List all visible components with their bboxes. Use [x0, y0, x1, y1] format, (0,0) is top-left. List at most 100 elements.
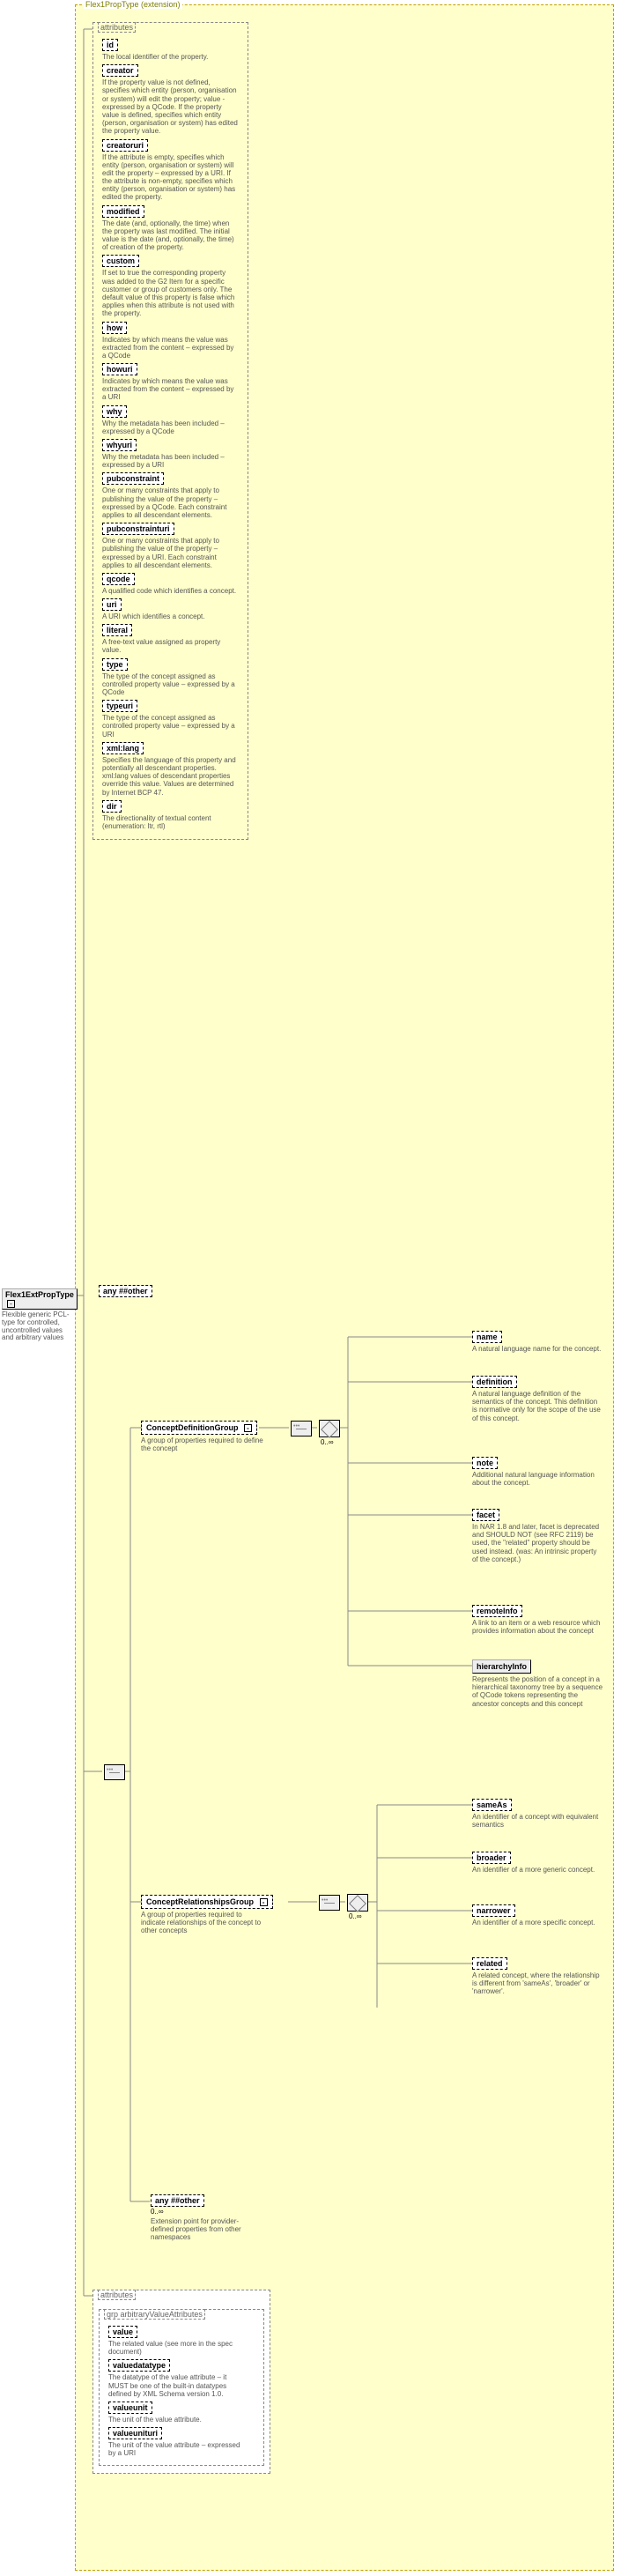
- elem-note: noteAdditional natural language informat…: [472, 1457, 604, 1487]
- attr-name[interactable]: qcode: [102, 573, 135, 585]
- attr-name[interactable]: valueunit: [108, 2402, 152, 2414]
- attr-uri: uriA URI which identifies a concept.: [102, 598, 244, 620]
- attr-desc: The date (and, optionally, the time) whe…: [102, 219, 239, 252]
- attr-desc: The datatype of the value attribute – it…: [108, 2373, 245, 2398]
- bottom-attributes-label: attributes: [98, 2290, 136, 2300]
- elem-facet: facetIn NAR 1.8 and later, facet is depr…: [472, 1509, 604, 1563]
- arbi-attr-valueunituri: valueunituri The unit of the value attrib…: [108, 2427, 260, 2457]
- attr-whyuri: whyuri Why the metadata has been included…: [102, 439, 244, 469]
- attr-desc: One or many constraints that apply to pu…: [102, 486, 239, 519]
- collapse-icon[interactable]: -: [244, 1424, 252, 1432]
- crg-desc: A group of properties required to indica…: [141, 1911, 264, 1935]
- elem-definition: definitionA natural language definition …: [472, 1376, 604, 1422]
- attr-creatoruri: creatoruriIf the attribute is empty, spe…: [102, 139, 244, 202]
- attr-name[interactable]: dir: [102, 800, 122, 813]
- choice-connector-crg: [347, 1894, 368, 1912]
- attr-name[interactable]: literal: [102, 624, 132, 636]
- attr-name[interactable]: pubconstraint: [102, 472, 164, 485]
- attr-desc: If the property value is not defined, sp…: [102, 78, 239, 135]
- attr-name[interactable]: valuedatatype: [108, 2359, 170, 2372]
- attr-desc: The related value (see more in the spec …: [108, 2340, 245, 2356]
- attr-literal: literal A free-text value assigned as pro…: [102, 624, 244, 654]
- attr-name[interactable]: how: [102, 322, 127, 334]
- attr-name[interactable]: why: [102, 405, 127, 418]
- elem-broader: broaderAn identifier of a more generic c…: [472, 1852, 595, 1874]
- top-attributes-group: attributes id The local identifier of the…: [92, 22, 248, 840]
- attr-name[interactable]: custom: [102, 255, 139, 267]
- attr-desc: The directionality of textual content (e…: [102, 814, 239, 830]
- top-attributes-label: attributes: [98, 22, 136, 33]
- attr-name[interactable]: valueunituri: [108, 2427, 162, 2439]
- any-other-label: any ##other: [151, 2194, 204, 2207]
- attr-creator: creatorIf the property value is not defi…: [102, 64, 244, 135]
- bottom-attributes-group: attributes grp arbitraryValueAttributes …: [92, 2290, 270, 2474]
- diagram-canvas: Flex1PropType (extension): [0, 0, 621, 2576]
- attr-dir: dirThe directionality of textual content…: [102, 800, 244, 830]
- attr-how: how Indicates by which means the value wa…: [102, 322, 244, 360]
- root-type: Flex1ExtPropType - Flexible generic PCL-…: [2, 1288, 68, 1342]
- crg-name: ConceptRelationshipsGroup: [146, 1897, 254, 1906]
- attr-typeuri: typeuriThe type of the concept assigned …: [102, 700, 244, 739]
- concept-definition-group-box[interactable]: ConceptDefinitionGroup -: [141, 1421, 257, 1435]
- attr-name[interactable]: creatoruri: [102, 139, 148, 152]
- attr-name[interactable]: uri: [102, 598, 122, 611]
- any-other-card: 0..∞: [151, 2208, 256, 2216]
- arbi-attr-value: value The related value (see more in the …: [108, 2326, 260, 2356]
- attr-desc: A qualified code which identifies a conc…: [102, 587, 239, 595]
- attr-desc: The local identifier of the property.: [102, 53, 239, 61]
- crg-cardinality: 0..∞: [349, 1912, 362, 1920]
- any-other-element: any ##other 0..∞ Extension point for pro…: [151, 2194, 256, 2242]
- arbi-label: grp arbitraryValueAttributes: [104, 2309, 205, 2320]
- attr-desc: The type of the concept assigned as cont…: [102, 672, 239, 697]
- extension-label: Flex1PropType (extension): [84, 0, 182, 9]
- attr-desc: The unit of the value attribute.: [108, 2416, 245, 2424]
- attr-desc: Why the metadata has been included – exp…: [102, 453, 239, 469]
- attr-name[interactable]: whyuri: [102, 439, 137, 451]
- attr-name[interactable]: typeuri: [102, 700, 137, 712]
- collapse-icon[interactable]: -: [260, 1898, 268, 1906]
- arbi-attr-valuedatatype: valuedatatypeThe datatype of the value a…: [108, 2359, 260, 2398]
- attr-desc: If the attribute is empty, specifies whi…: [102, 153, 239, 202]
- concept-relationships-group-box[interactable]: ConceptRelationshipsGroup -: [141, 1895, 273, 1909]
- attr-name[interactable]: pubconstrainturi: [102, 523, 174, 535]
- choice-connector-cdg: [319, 1420, 340, 1437]
- attr-id: id The local identifier of the property.: [102, 39, 244, 61]
- attr-desc: Indicates by which means the value was e…: [102, 336, 239, 360]
- attr-desc: Specifies the language of this property …: [102, 756, 239, 797]
- cdg-name: ConceptDefinitionGroup: [146, 1423, 239, 1432]
- attr-desc: A free-text value assigned as property v…: [102, 638, 239, 654]
- elem-related: relatedA related concept, where the rela…: [472, 1957, 604, 1996]
- elem-sameAs: sameAsAn identifier of a concept with eq…: [472, 1799, 604, 1829]
- attr-howuri: howuri Indicates by which means the value…: [102, 363, 244, 402]
- attr-qcode: qcode A qualified code which identifies a…: [102, 573, 244, 595]
- attr-pubconstrainturi: pubconstrainturi One or many constraints …: [102, 523, 244, 569]
- elem-remoteInfo: remoteInfoA link to an item or a web res…: [472, 1605, 604, 1635]
- cdg-desc: A group of properties required to define…: [141, 1436, 264, 1452]
- attr-desc: One or many constraints that apply to pu…: [102, 537, 239, 569]
- root-type-box[interactable]: Flex1ExtPropType -: [2, 1288, 78, 1310]
- attr-why: whyWhy the metadata has been included – …: [102, 405, 244, 435]
- collapse-icon[interactable]: -: [7, 1300, 15, 1308]
- attr-name[interactable]: howuri: [102, 363, 137, 375]
- attr-xml:lang: xml:lang Specifies the language of this p…: [102, 742, 244, 797]
- attr-name[interactable]: modified: [102, 205, 144, 218]
- cdg-cardinality: 0..∞: [321, 1438, 334, 1446]
- any-other-desc: Extension point for provider-defined pro…: [151, 2217, 256, 2242]
- sequence-connector-main: •••: [104, 1764, 125, 1780]
- attr-name[interactable]: value: [108, 2326, 137, 2338]
- root-type-name: Flex1ExtPropType: [5, 1290, 74, 1299]
- attr-name[interactable]: creator: [102, 64, 138, 77]
- concept-relationships-group: ConceptRelationshipsGroup - A group of p…: [141, 1895, 273, 1935]
- arbitrary-value-attributes-group: grp arbitraryValueAttributes value The re…: [99, 2309, 264, 2466]
- attr-name[interactable]: type: [102, 658, 128, 671]
- attr-desc: The unit of the value attribute – expres…: [108, 2441, 245, 2457]
- concept-definition-group: ConceptDefinitionGroup - A group of prop…: [141, 1421, 264, 1452]
- attr-desc: If set to true the corresponding propert…: [102, 269, 239, 317]
- attr-type: typeThe type of the concept assigned as …: [102, 658, 244, 697]
- sequence-connector-cdg: •••: [291, 1421, 312, 1436]
- attr-name[interactable]: id: [102, 39, 118, 51]
- any-attribute: any ##other: [99, 1285, 152, 1297]
- attr-desc: Indicates by which means the value was e…: [102, 377, 239, 402]
- attr-name[interactable]: xml:lang: [102, 742, 144, 754]
- elem-name: nameA natural language name for the conc…: [472, 1331, 601, 1353]
